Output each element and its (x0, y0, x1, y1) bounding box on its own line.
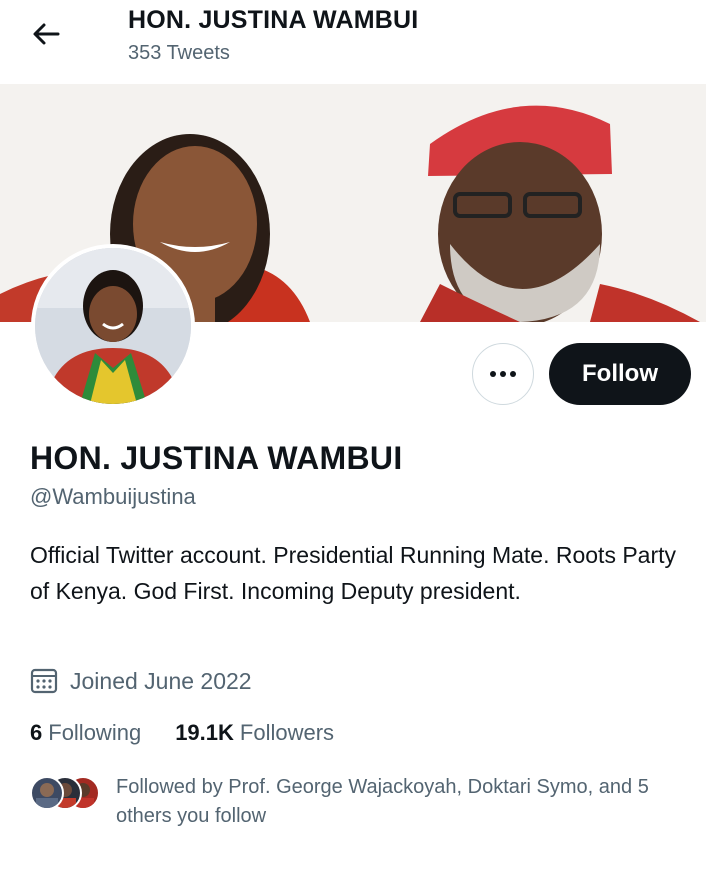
followers-link[interactable]: 19.1K Followers (175, 720, 334, 746)
follower-avatar (30, 776, 64, 810)
calendar-icon (30, 666, 60, 696)
profile-bio: Official Twitter account. Presidential R… (30, 542, 677, 604)
joined-label: Joined June 2022 (70, 667, 252, 694)
following-label: Following (48, 720, 142, 745)
following-count: 6 (30, 720, 43, 745)
following-link[interactable]: 6 Following (30, 720, 141, 746)
arrow-left-icon (33, 23, 60, 45)
followed-by[interactable]: Followed by Prof. George Wajackoyah, Dok… (30, 773, 690, 833)
profile-name: HON. JUSTINA WAMBUI (30, 440, 403, 476)
profile-stats: 6 Following 19.1K Followers (30, 720, 368, 746)
followers-count: 19.1K (175, 720, 234, 745)
follow-button[interactable]: Follow (549, 343, 691, 405)
joined-date: Joined June 2022 (30, 665, 252, 697)
top-header: HON. JUSTINA WAMBUI 353 Tweets (0, 0, 706, 82)
followed-by-avatars (30, 776, 100, 810)
more-options-button[interactable] (472, 343, 534, 405)
more-horizontal-icon (490, 371, 516, 377)
followers-label: Followers (239, 720, 335, 745)
profile-avatar[interactable] (31, 244, 195, 408)
header-title: HON. JUSTINA WAMBUI (128, 6, 419, 34)
profile-handle: @Wambuijustina (30, 484, 196, 509)
tweet-count: 353 Tweets (128, 42, 230, 64)
followed-by-text: Followed by Prof. George Wajackoyah, Dok… (116, 776, 649, 827)
back-button[interactable] (30, 18, 62, 50)
